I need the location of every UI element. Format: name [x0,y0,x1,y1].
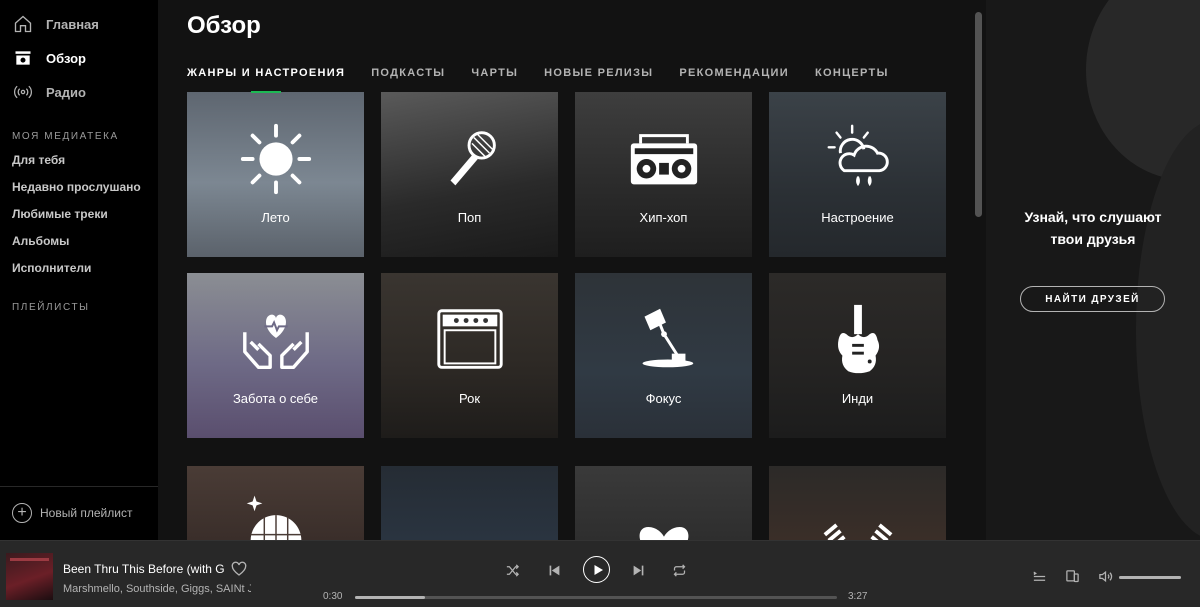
devices-icon[interactable] [1065,569,1080,584]
library-section-label: МОЯ МЕДИАТЕКА [12,131,119,142]
main-content: Обзор ЖАНРЫ И НАСТРОЕНИЯ ПОДКАСТЫ ЧАРТЫ … [158,0,972,540]
category-label: Фокус [645,391,682,406]
category-label: Лето [261,210,290,225]
queue-icon[interactable] [1032,569,1047,584]
heart-icon[interactable] [231,561,247,577]
category-label: Хип-хоп [639,210,688,225]
tab-new-releases[interactable]: НОВЫЕ РЕЛИЗЫ [544,67,653,79]
korea-flag-icon [818,487,898,540]
page-title: Обзор [187,12,261,39]
heart-icon [624,487,704,540]
shuffle-icon[interactable] [505,563,520,578]
progress-fill [355,596,425,599]
previous-icon[interactable] [548,564,561,577]
nav-home-label: Главная [46,16,99,32]
new-playlist-label: Новый плейлист [40,506,133,520]
play-icon [594,564,603,575]
category-label: Рок [458,391,481,406]
tab-concerts[interactable]: КОНЦЕРТЫ [815,67,889,79]
category-label: Инди [841,391,874,406]
category-tile-mood[interactable]: Настроение [769,92,946,257]
category-tile-summer[interactable]: Лето [187,92,364,257]
next-icon[interactable] [632,564,645,577]
boombox-icon [624,119,704,199]
page-header: Обзор ЖАНРЫ И НАСТРОЕНИЯ ПОДКАСТЫ ЧАРТЫ … [158,0,972,93]
home-icon [12,13,34,35]
sidebar-divider [0,486,158,487]
category-tile-love[interactable] [575,466,752,540]
friends-prompt-line2: твои друзья [1050,231,1136,247]
nav-radio-label: Радио [46,84,86,100]
new-playlist-button[interactable]: + Новый плейлист [12,503,132,523]
nav-radio[interactable]: Радио [0,75,158,109]
browse-icon [12,47,34,69]
track-artists[interactable]: Marshmello, Southside, Giggs, SAINt JHN [63,583,251,595]
volume-icon[interactable] [1098,569,1113,584]
category-tile-indie[interactable]: Инди [769,273,946,438]
category-tile-rock[interactable]: Рок [381,273,558,438]
player-bar: Been Thru This Before (with Giggs) Marsh… [0,540,1200,607]
sun-icon [236,119,316,199]
category-tile-hiphop[interactable]: Хип-хоп [575,92,752,257]
disco-ball-icon [236,479,316,540]
category-tile-party[interactable] [187,466,364,540]
tab-recommendations[interactable]: РЕКОМЕНДАЦИИ [679,67,789,79]
tab-genres[interactable]: ЖАНРЫ И НАСТРОЕНИЯ [187,67,345,93]
category-label: Забота о себе [232,391,319,406]
radio-icon [12,81,34,103]
microphone-icon [430,119,510,199]
library-item-for-you[interactable]: Для тебя [0,147,150,174]
library-item-artists[interactable]: Исполнители [0,255,150,282]
plus-icon: + [12,503,32,523]
find-friends-button[interactable]: НАЙТИ ДРУЗЕЙ [1020,286,1165,312]
friends-prompt-line1: Узнай, что слушают [1024,209,1162,225]
tab-podcasts[interactable]: ПОДКАСТЫ [371,67,445,79]
volume-slider[interactable] [1119,576,1181,579]
decorative-shape [1136,120,1200,540]
library-item-recent[interactable]: Недавно прослушано [0,174,150,201]
nav-browse[interactable]: Обзор [0,41,158,75]
album-cover-detail [10,558,49,561]
cassette-icon [430,487,510,540]
library-item-albums[interactable]: Альбомы [0,228,150,255]
amplifier-icon [430,300,510,380]
hands-heart-icon [236,300,316,380]
friends-prompt: Узнай, что слушают твои друзья [986,206,1200,250]
category-tile-focus[interactable]: Фокус [575,273,752,438]
duration-time: 3:27 [848,591,868,602]
weather-icon [818,119,898,199]
category-tile-cassette[interactable] [381,466,558,540]
nav-home[interactable]: Главная [0,7,158,41]
friend-activity-panel: Узнай, что слушают твои друзья НАЙТИ ДРУ… [986,0,1200,540]
guitar-icon [818,300,898,380]
category-tile-self-care[interactable]: Забота о себе [187,273,364,438]
library-item-liked[interactable]: Любимые треки [0,201,150,228]
nav-browse-label: Обзор [46,50,86,66]
progress-bar[interactable] [355,596,837,599]
tab-charts[interactable]: ЧАРТЫ [471,67,518,79]
track-title[interactable]: Been Thru This Before (with Giggs) [63,562,225,576]
category-label: Поп [457,210,482,225]
tab-bar: ЖАНРЫ И НАСТРОЕНИЯ ПОДКАСТЫ ЧАРТЫ НОВЫЕ … [187,67,915,93]
play-button[interactable] [583,556,610,583]
repeat-icon[interactable] [672,563,687,578]
category-tile-kpop[interactable] [769,466,946,540]
category-label: Настроение [821,210,894,225]
elapsed-time: 0:30 [323,591,343,602]
sidebar: Главная Обзор Радио МОЯ МЕДИАТЕКА Для те… [0,0,158,540]
album-cover[interactable] [6,553,53,600]
playlists-section-label: ПЛЕЙЛИСТЫ [12,302,90,313]
category-tile-pop[interactable]: Поп [381,92,558,257]
main-scrollbar-thumb[interactable] [975,12,982,217]
desk-lamp-icon [624,300,704,380]
volume-fill [1119,576,1181,579]
